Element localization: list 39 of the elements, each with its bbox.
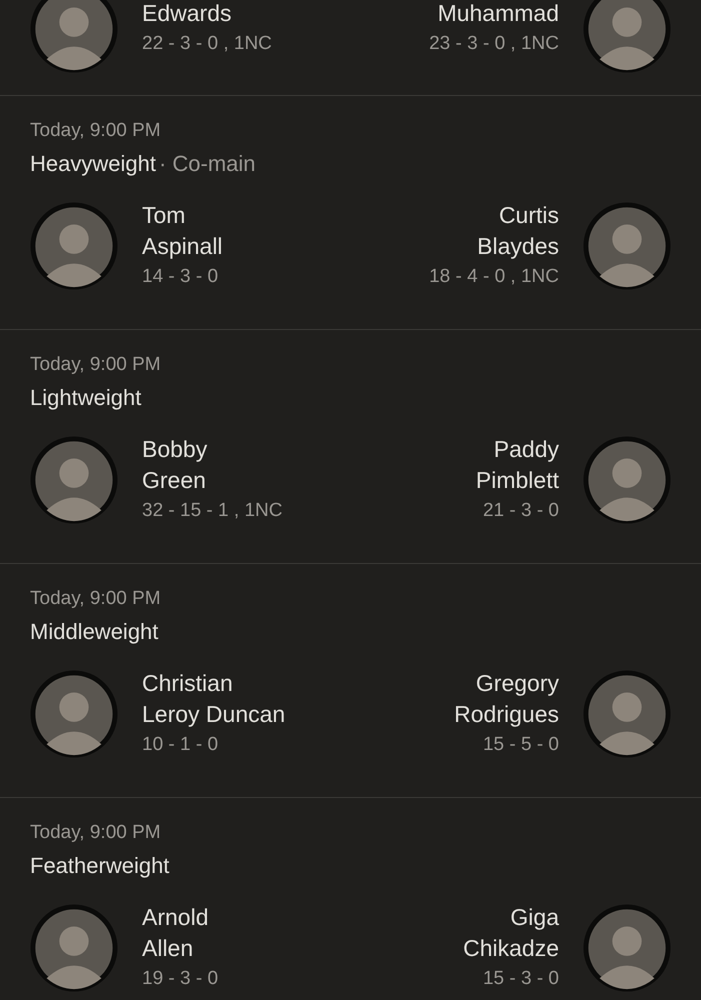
fighter-record: 10 - 1 - 0	[142, 733, 220, 757]
fighter-name: Arnold Allen	[142, 903, 210, 963]
fight-time: Today, 9:00 PM	[30, 353, 162, 377]
fighter-name: Gregory Rodrigues	[454, 669, 559, 729]
fighter-name: Christian Leroy Duncan	[142, 669, 286, 729]
bout-note: · Co-main	[158, 151, 256, 176]
fighter-record: 19 - 3 - 0	[142, 967, 218, 991]
fighter-avatar-icon	[30, 0, 118, 72]
fighter-name: Giga Chikadze	[463, 903, 559, 963]
fighter-avatar-icon	[30, 202, 118, 290]
weight-class: Heavyweight	[30, 151, 156, 176]
fighter-record: 32 - 15 - 1 , 1NC	[142, 499, 282, 523]
fighter-avatar-icon	[583, 436, 671, 524]
fighter-record: 22 - 3 - 0 , 1NC	[142, 32, 272, 56]
fighter-avatar-icon	[583, 202, 671, 290]
fight-time: Today, 9:00 PM	[30, 821, 162, 845]
fighter-name: Bobby Green	[142, 435, 208, 495]
fighter-record: 21 - 3 - 0	[482, 499, 559, 523]
fighter-avatar-icon	[583, 0, 671, 72]
weight-class: Middleweight	[30, 619, 158, 644]
weight-class: Featherweight	[30, 853, 170, 878]
fighter-name: Curtis Blaydes	[476, 201, 559, 261]
fighter-name: Tom Aspinall	[142, 201, 223, 261]
fighter-record: 14 - 3 - 0	[142, 265, 220, 289]
fighter-record: 15 - 3 - 0	[482, 967, 559, 991]
fight-time: Today, 9:00 PM	[30, 119, 162, 143]
fighter-record: 18 - 4 - 0 , 1NC	[429, 265, 559, 289]
fighter-record: 23 - 3 - 0 , 1NC	[429, 32, 559, 56]
fighter-avatar-icon	[583, 670, 671, 758]
fighter-name: Paddy Pimblett	[476, 435, 559, 495]
fighter-avatar-icon	[583, 904, 671, 992]
weight-class: Lightweight	[30, 385, 142, 410]
fighter-avatar-icon	[30, 670, 118, 758]
fighter-name: Edwards	[142, 0, 232, 28]
fight-time: Today, 9:00 PM	[30, 587, 162, 611]
fighter-avatar-icon	[30, 436, 118, 524]
fighter-name: Muhammad	[436, 0, 559, 28]
fighter-record: 15 - 5 - 0	[482, 733, 559, 757]
fighter-avatar-icon	[30, 904, 118, 992]
